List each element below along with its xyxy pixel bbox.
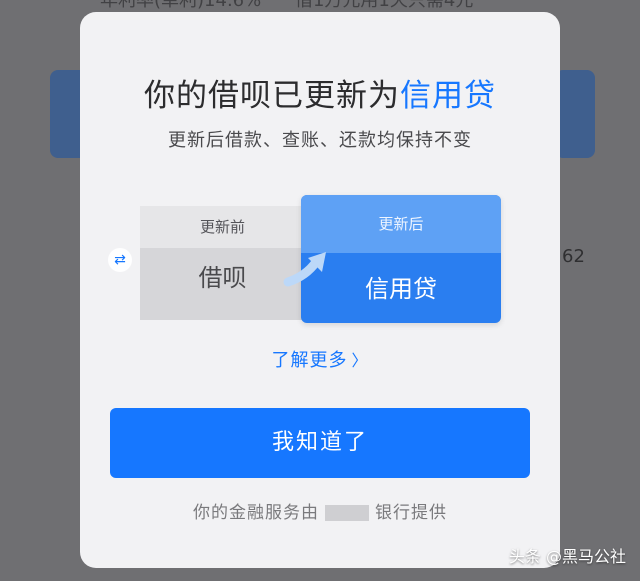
learn-more-label: 了解更多	[271, 350, 348, 371]
before-name: 借呗	[198, 264, 247, 292]
swap-icon: ⇄	[108, 248, 132, 272]
footer-suffix: 银行提供	[375, 503, 447, 523]
dialog-title-text: 你的借呗已更新为	[144, 78, 400, 114]
confirm-button[interactable]: 我知道了	[110, 408, 530, 478]
watermark: 头条 @黑马公社	[508, 547, 626, 566]
arrow-icon	[283, 252, 326, 287]
before-caption: 更新前	[140, 206, 305, 248]
background-banner-right	[555, 70, 595, 158]
dialog-subtitle: 更新后借款、查账、还款均保持不变	[168, 130, 472, 151]
background-rate-right: 借1万元用1天只需4元	[294, 0, 474, 11]
provider-footer: 你的金融服务由 银行提供	[80, 498, 560, 523]
chevron-right-icon: 〉	[351, 351, 369, 370]
footer-prefix: 你的金融服务由	[193, 503, 319, 523]
dialog-title: 你的借呗已更新为信用贷	[80, 70, 560, 115]
dialog-title-highlight: 信用贷	[400, 78, 496, 114]
learn-more-link[interactable]: 了解更多〉	[80, 346, 560, 372]
background-rate-left: 年利率(单利)14.6%	[100, 0, 262, 11]
update-dialog: 你的借呗已更新为信用贷 更新后借款、查账、还款均保持不变 ⇄ 更新前 借呗 更新…	[80, 12, 560, 568]
after-caption: 更新后	[301, 195, 501, 253]
background-rate-text: 年利率(单利)14.6% 借1万元用1天只需4元	[100, 0, 473, 12]
background-number: 62	[562, 246, 585, 267]
before-card: 更新前 借呗	[140, 206, 305, 320]
redacted-bank-name	[325, 505, 369, 521]
